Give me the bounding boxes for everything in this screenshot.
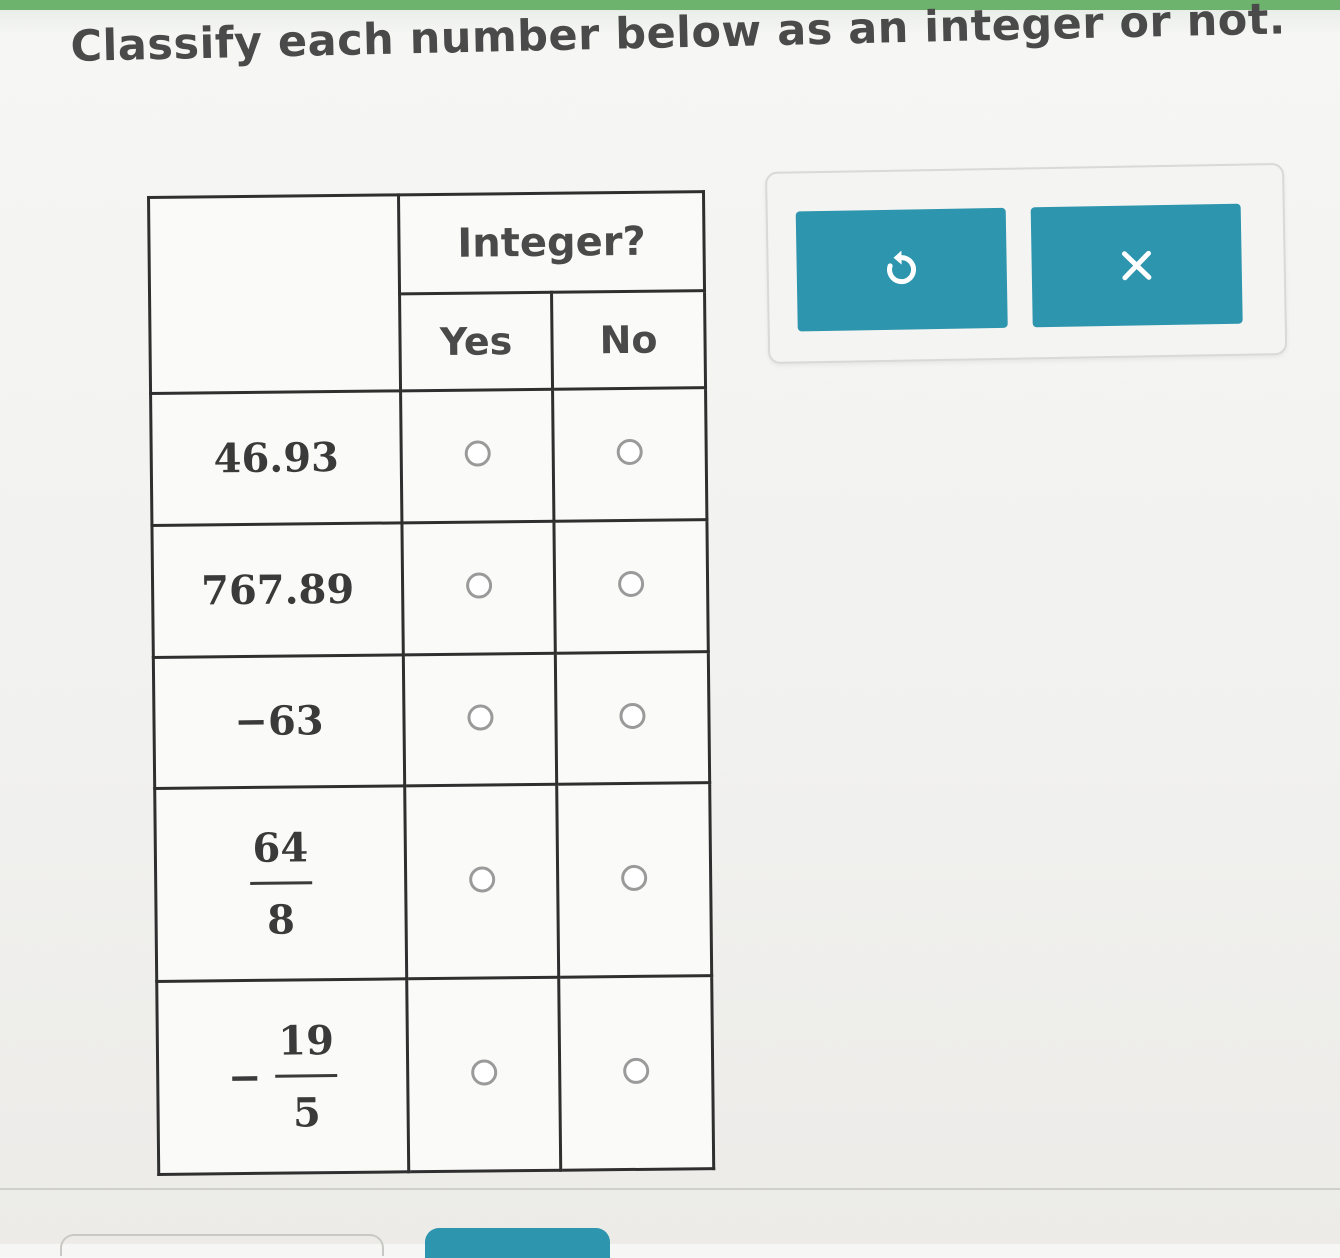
footer-primary-button[interactable] <box>425 1228 610 1258</box>
fraction-denominator: 8 <box>266 896 296 944</box>
clear-x-icon <box>1118 247 1155 284</box>
fraction: 19 5 <box>275 1017 338 1137</box>
no-radio-button[interactable] <box>619 702 646 730</box>
yes-cell <box>404 784 559 979</box>
yes-cell <box>401 520 556 655</box>
table-row: 64 8 <box>154 783 712 982</box>
fraction: 64 8 <box>249 824 312 944</box>
no-cell <box>552 387 707 521</box>
clear-button[interactable] <box>1030 203 1243 328</box>
action-panel <box>765 162 1288 364</box>
no-cell <box>555 651 710 785</box>
fraction-numerator: 19 <box>278 1016 335 1065</box>
table-row: 46.93 <box>150 387 707 526</box>
yes-radio-button[interactable] <box>465 572 492 599</box>
yes-cell <box>400 389 554 523</box>
yes-radio-button[interactable] <box>464 440 491 467</box>
yes-cell <box>403 652 557 787</box>
fraction-bar <box>275 1073 338 1078</box>
no-radio-button[interactable] <box>623 1057 650 1085</box>
number-cell: 64 8 <box>154 786 407 982</box>
no-radio-button[interactable] <box>617 570 645 598</box>
yes-column-header: Yes <box>399 292 553 391</box>
fraction-bar <box>249 881 312 885</box>
number-cell: − 19 5 <box>156 978 409 1175</box>
classification-table-container: Integer? Yes No 46.93 767.89 −63 64 8 − … <box>147 190 716 1176</box>
classification-table: Integer? Yes No 46.93 767.89 −63 64 8 − … <box>147 190 716 1176</box>
no-cell <box>556 783 712 978</box>
number-cell: 767.89 <box>151 522 404 658</box>
negative-sign: − <box>227 1053 262 1101</box>
table-row: − 19 5 <box>156 975 714 1175</box>
no-column-header: No <box>551 291 706 390</box>
footer-divider <box>0 1188 1340 1190</box>
fraction-denominator: 5 <box>292 1088 322 1137</box>
table-corner-cell <box>148 194 401 394</box>
yes-radio-button[interactable] <box>468 866 495 893</box>
yes-cell <box>406 977 561 1172</box>
no-cell <box>558 975 714 1171</box>
undo-button[interactable] <box>795 207 1008 332</box>
footer-secondary-button[interactable] <box>60 1234 384 1256</box>
table-row: 767.89 <box>151 519 709 658</box>
number-cell: 46.93 <box>150 390 402 526</box>
no-cell <box>553 519 709 653</box>
yes-radio-button[interactable] <box>470 1059 497 1086</box>
no-radio-button[interactable] <box>616 439 643 466</box>
yes-radio-button[interactable] <box>466 704 494 731</box>
table-row: −63 <box>153 651 710 789</box>
fraction-numerator: 64 <box>252 824 309 872</box>
no-radio-button[interactable] <box>621 865 648 892</box>
number-cell: −63 <box>153 654 405 789</box>
undo-icon <box>881 249 922 290</box>
integer-column-group-header: Integer? <box>398 191 705 295</box>
